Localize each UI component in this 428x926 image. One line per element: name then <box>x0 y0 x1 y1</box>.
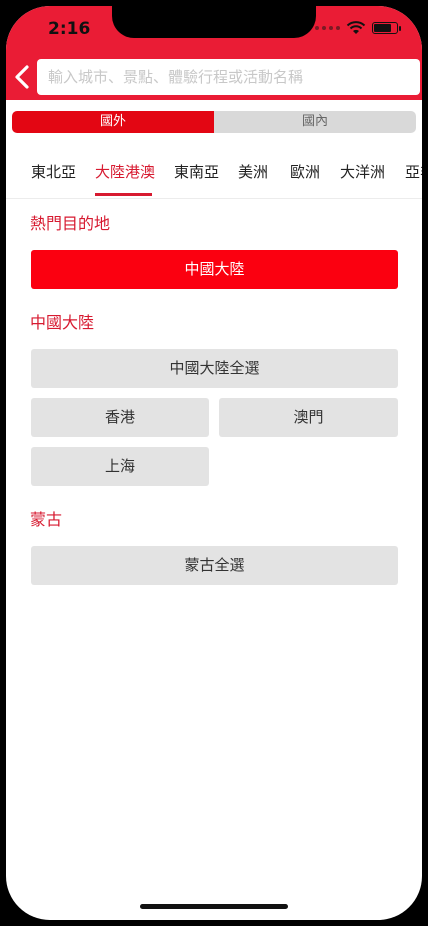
section-title-hot: 熱門目的地 <box>30 214 111 233</box>
region-tab[interactable]: 東南亞 <box>174 161 219 182</box>
search-box[interactable] <box>37 59 420 95</box>
region-tab[interactable]: 大洋洲 <box>340 161 385 182</box>
tab-foreign[interactable]: 國外 <box>12 111 214 133</box>
active-tab-indicator <box>95 193 152 196</box>
section-title-mongolia: 蒙古 <box>30 510 63 529</box>
region-tab[interactable]: 美洲 <box>238 161 268 182</box>
region-tab[interactable]: 歐洲 <box>290 161 320 182</box>
hot-destination-button[interactable]: 中國大陸 <box>31 250 398 289</box>
destination-button[interactable]: 香港 <box>31 398 209 437</box>
mainland-select-all-button[interactable]: 中國大陸全選 <box>31 349 398 388</box>
region-tab[interactable]: 東北亞 <box>31 161 76 182</box>
section-title-mainland: 中國大陸 <box>30 313 95 332</box>
status-icons <box>315 21 401 35</box>
region-tabs: 東北亞 大陸港澳 東南亞 美洲 歐洲 大洋洲 亞非 <box>6 144 422 199</box>
phone-screen: 2:16 國外 國內 東北亞 大陸港澳 東南亞 美洲 歐洲 大洋洲 亞非 <box>6 6 422 920</box>
tab-domestic[interactable]: 國內 <box>214 111 416 133</box>
region-tab-active[interactable]: 大陸港澳 <box>95 161 155 182</box>
search-input[interactable] <box>46 67 420 87</box>
notch <box>112 6 316 38</box>
mongolia-select-all-button[interactable]: 蒙古全選 <box>31 546 398 585</box>
region-tab[interactable]: 亞非 <box>405 161 422 182</box>
wifi-icon <box>346 21 366 34</box>
domestic-foreign-toggle: 國外 國內 <box>12 111 416 133</box>
back-arrow-icon[interactable] <box>12 64 34 90</box>
battery-icon <box>372 22 401 34</box>
status-time: 2:16 <box>48 19 91 39</box>
destination-button[interactable]: 上海 <box>31 447 209 486</box>
home-indicator <box>140 904 288 909</box>
destination-button[interactable]: 澳門 <box>219 398 398 437</box>
signal-icon <box>315 26 340 30</box>
